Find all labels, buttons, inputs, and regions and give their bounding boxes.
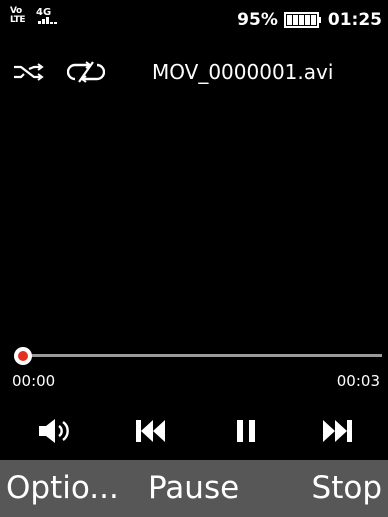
pause-button[interactable] (226, 416, 266, 446)
progress-section: 00:00 00:03 (0, 336, 388, 408)
file-name-title: MOV_0000001.avi (152, 60, 334, 84)
seek-handle[interactable] (14, 347, 32, 365)
softkey-bar: Optio... Pause Stop (0, 460, 388, 517)
battery-cell (298, 15, 304, 25)
battery-cell (310, 15, 316, 25)
video-display[interactable] (0, 100, 388, 336)
volume-icon (39, 419, 69, 443)
battery-icon (283, 12, 321, 28)
seek-bar[interactable] (18, 354, 382, 357)
battery-cell (292, 15, 298, 25)
battery-cell (304, 15, 310, 25)
shuffle-off-icon[interactable] (12, 63, 46, 81)
clock: 01:25 (327, 10, 382, 30)
current-time: 00:00 (12, 372, 56, 390)
total-duration: 00:03 (336, 372, 380, 390)
previous-icon (136, 420, 165, 442)
playback-controls (0, 408, 388, 454)
options-softkey[interactable]: Optio... (6, 470, 119, 506)
pause-softkey[interactable]: Pause (148, 470, 239, 506)
stop-softkey[interactable]: Stop (312, 470, 382, 506)
volume-button[interactable] (36, 416, 76, 446)
player-header: MOV_0000001.avi (0, 40, 388, 100)
status-bar: Vo LTE 4G 95% 01:25 (0, 0, 388, 40)
next-button[interactable] (318, 416, 358, 446)
previous-button[interactable] (130, 416, 170, 446)
signal-strength-icon (38, 17, 57, 24)
next-icon (323, 420, 352, 442)
repeat-off-icon[interactable] (67, 61, 105, 83)
pause-icon (237, 420, 255, 442)
battery-percent: 95% (237, 10, 278, 30)
battery-cell (286, 15, 292, 25)
volte-indicator: Vo LTE (10, 6, 26, 25)
